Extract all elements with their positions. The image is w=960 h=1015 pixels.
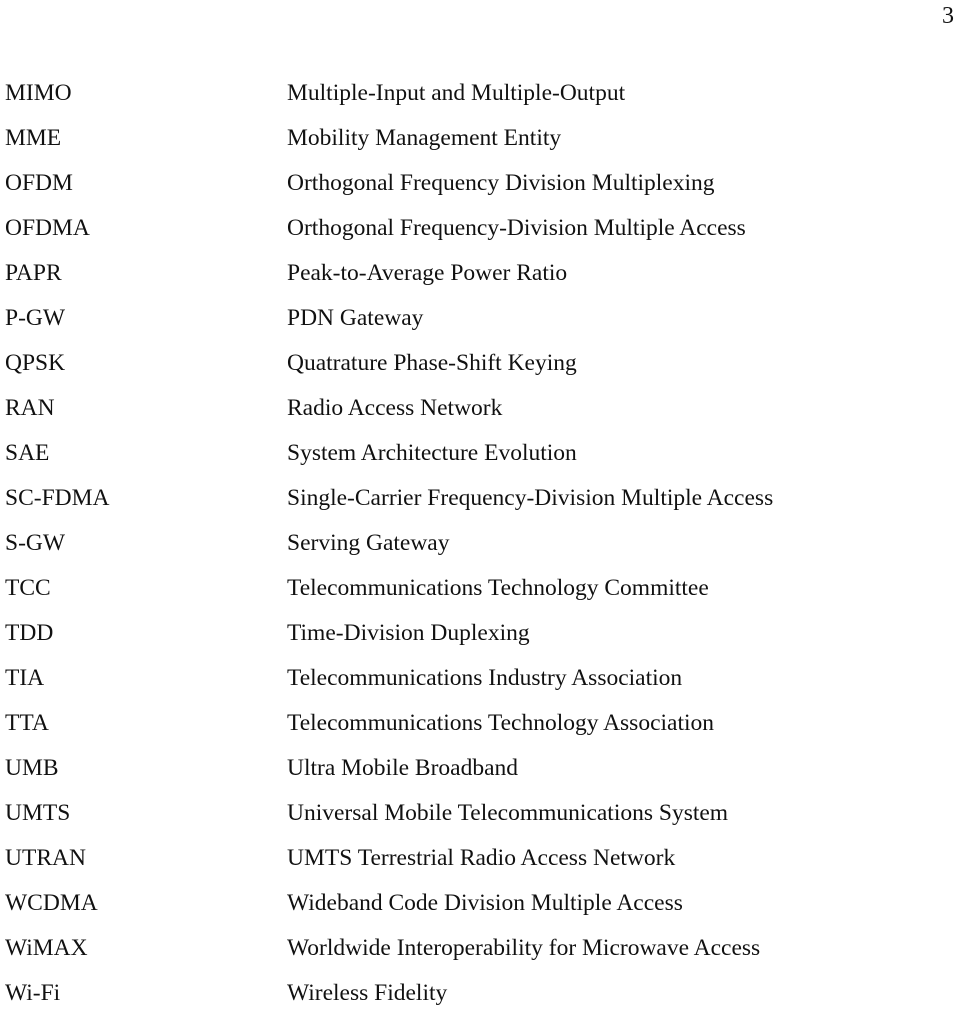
abbreviation-definition: Multiple-Input and Multiple-Output <box>287 79 626 106</box>
abbreviation-definition: Radio Access Network <box>287 394 503 421</box>
abbreviation-term: TDD <box>5 619 54 646</box>
abbreviation-list: MIMO Multiple-Input and Multiple-Output … <box>5 70 955 1015</box>
abbreviation-row: TTA Telecommunications Technology Associ… <box>5 700 955 745</box>
abbreviation-term: SC-FDMA <box>5 484 110 511</box>
abbreviation-row: UTRAN UMTS Terrestrial Radio Access Netw… <box>5 835 955 880</box>
abbreviation-definition: Telecommunications Technology Committee <box>287 574 709 601</box>
abbreviation-term: Wi-Fi <box>5 979 61 1006</box>
abbreviation-definition: Orthogonal Frequency Division Multiplexi… <box>287 169 715 196</box>
page-number: 3 <box>942 3 954 29</box>
abbreviation-row: OFDM Orthogonal Frequency Division Multi… <box>5 160 955 205</box>
abbreviation-definition: PDN Gateway <box>287 304 424 331</box>
abbreviation-definition: UMTS Terrestrial Radio Access Network <box>287 844 676 871</box>
abbreviation-definition: Ultra Mobile Broadband <box>287 754 519 781</box>
abbreviation-row: UMTS Universal Mobile Telecommunications… <box>5 790 955 835</box>
abbreviation-row: TDD Time-Division Duplexing <box>5 610 955 655</box>
abbreviation-row: WCDMA Wideband Code Division Multiple Ac… <box>5 880 955 925</box>
abbreviation-term: TCC <box>5 574 51 601</box>
abbreviation-definition: Wideband Code Division Multiple Access <box>287 889 683 916</box>
abbreviation-definition: Universal Mobile Telecommunications Syst… <box>287 799 729 826</box>
abbreviation-row: S-GW Serving Gateway <box>5 520 955 565</box>
abbreviation-row: P-GW PDN Gateway <box>5 295 955 340</box>
abbreviation-definition: Serving Gateway <box>287 529 450 556</box>
abbreviation-term: OFDMA <box>5 214 90 241</box>
abbreviation-term: TIA <box>5 664 45 691</box>
abbreviation-term: P-GW <box>5 304 66 331</box>
abbreviation-definition: Orthogonal Frequency-Division Multiple A… <box>287 214 746 241</box>
abbreviation-row: OFDMA Orthogonal Frequency-Division Mult… <box>5 205 955 250</box>
abbreviation-term: WCDMA <box>5 889 98 916</box>
abbreviation-definition: Time-Division Duplexing <box>287 619 530 646</box>
abbreviation-term: PAPR <box>5 259 62 286</box>
abbreviation-term: UMTS <box>5 799 71 826</box>
abbreviation-row: PAPR Peak-to-Average Power Ratio <box>5 250 955 295</box>
abbreviation-definition: Quatrature Phase-Shift Keying <box>287 349 577 376</box>
abbreviation-definition: Mobility Management Entity <box>287 124 562 151</box>
abbreviation-definition: Telecommunications Technology Associatio… <box>287 709 715 736</box>
abbreviation-term: WiMAX <box>5 934 88 961</box>
abbreviation-row: MME Mobility Management Entity <box>5 115 955 160</box>
abbreviation-definition: Single-Carrier Frequency-Division Multip… <box>287 484 774 511</box>
abbreviation-row: UMB Ultra Mobile Broadband <box>5 745 955 790</box>
abbreviation-row: MIMO Multiple-Input and Multiple-Output <box>5 70 955 115</box>
abbreviation-term: TTA <box>5 709 49 736</box>
abbreviation-term: S-GW <box>5 529 66 556</box>
abbreviation-row: Wi-Fi Wireless Fidelity <box>5 970 955 1015</box>
abbreviation-definition: Worldwide Interoperability for Microwave… <box>287 934 761 961</box>
abbreviation-definition: System Architecture Evolution <box>287 439 577 466</box>
abbreviation-row: WiMAX Worldwide Interoperability for Mic… <box>5 925 955 970</box>
abbreviation-row: TCC Telecommunications Technology Commit… <box>5 565 955 610</box>
abbreviation-term: MIMO <box>5 79 72 106</box>
abbreviation-term: SAE <box>5 439 50 466</box>
abbreviation-row: RAN Radio Access Network <box>5 385 955 430</box>
abbreviation-definition: Wireless Fidelity <box>287 979 448 1006</box>
abbreviation-term: UTRAN <box>5 844 86 871</box>
abbreviation-row: SAE System Architecture Evolution <box>5 430 955 475</box>
abbreviation-definition: Peak-to-Average Power Ratio <box>287 259 568 286</box>
abbreviation-term: QPSK <box>5 349 66 376</box>
abbreviation-term: RAN <box>5 394 55 421</box>
abbreviation-term: UMB <box>5 754 59 781</box>
abbreviation-term: MME <box>5 124 62 151</box>
abbreviation-definition: Telecommunications Industry Association <box>287 664 683 691</box>
abbreviation-term: OFDM <box>5 169 73 196</box>
abbreviation-row: SC-FDMA Single-Carrier Frequency-Divisio… <box>5 475 955 520</box>
abbreviation-row: TIA Telecommunications Industry Associat… <box>5 655 955 700</box>
abbreviation-row: QPSK Quatrature Phase-Shift Keying <box>5 340 955 385</box>
